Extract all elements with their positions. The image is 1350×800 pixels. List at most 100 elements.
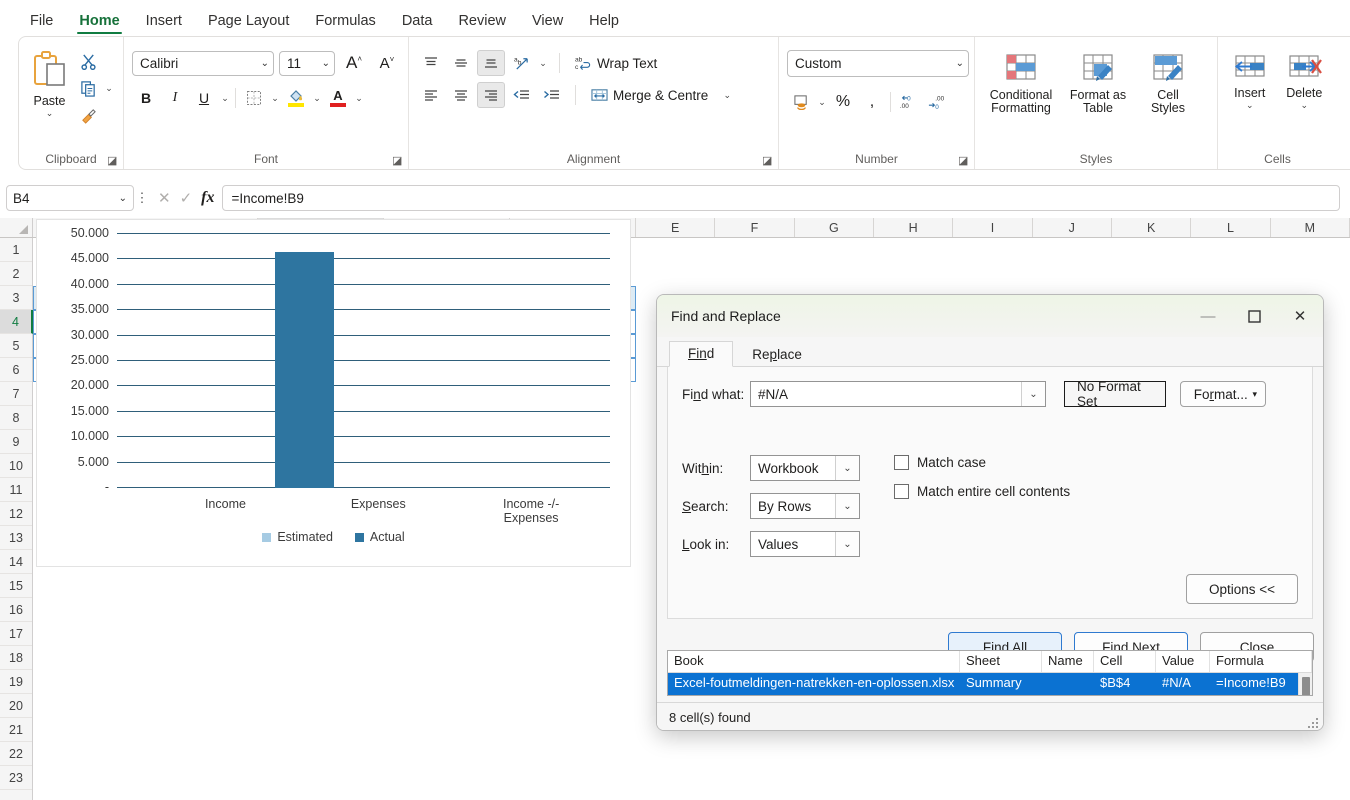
row-header-17[interactable]: 17 [0,622,32,646]
row-header-7[interactable]: 7 [0,382,32,406]
tab-help[interactable]: Help [577,9,631,36]
underline-chevron-icon[interactable]: ⌄ [219,93,231,104]
align-left-button[interactable] [417,82,445,108]
orientation-button[interactable]: a b [507,50,535,76]
borders-button[interactable] [240,85,268,111]
column-header-m[interactable]: M [1271,218,1350,237]
row-header-5[interactable]: 5 [0,334,32,358]
decrease-decimal-button[interactable]: .00 0 [924,89,952,115]
accounting-chevron-icon[interactable]: ⌄ [816,97,828,108]
delete-cells-button[interactable]: Delete ⌄ [1280,48,1329,109]
row-header-23[interactable]: 23 [0,766,32,790]
row-header-2[interactable]: 2 [0,262,32,286]
results-header-book[interactable]: Book [668,651,960,672]
font-size-select[interactable]: 11 ⌄ [279,51,335,76]
row-header-12[interactable]: 12 [0,502,32,526]
no-format-set-button[interactable]: No Format Set [1064,381,1166,407]
format-painter-button[interactable] [74,102,102,128]
resize-grip[interactable] [1306,716,1318,728]
cancel-icon[interactable]: ✕ [158,189,171,207]
percent-style-button[interactable]: % [829,89,857,115]
bar-income-actual[interactable] [275,252,334,488]
column-header-j[interactable]: J [1033,218,1112,237]
look-in-select[interactable]: Values ⌄ [750,531,860,557]
select-all-corner[interactable] [0,218,33,237]
format-as-table-button[interactable]: Format as Table [1063,48,1133,115]
borders-chevron-icon[interactable]: ⌄ [269,93,281,104]
underline-button[interactable]: U [190,85,218,111]
font-family-select[interactable]: Calibri ⌄ [132,51,274,76]
merge-centre-chevron-icon[interactable]: ⌄ [721,90,733,101]
column-header-l[interactable]: L [1191,218,1270,237]
tab-replace[interactable]: Replace [733,342,821,367]
column-header-f[interactable]: F [715,218,794,237]
tab-home[interactable]: Home [67,9,131,36]
conditional-formatting-button[interactable]: Conditional Formatting [983,48,1059,115]
format-button[interactable]: Format... ▾ [1180,381,1266,407]
row-header-3[interactable]: 3 [0,286,32,310]
column-header-h[interactable]: H [874,218,953,237]
chevron-down-icon[interactable]: ⌄ [835,532,859,556]
formula-input[interactable]: =Income!B9 [222,185,1340,211]
italic-button[interactable]: I [161,85,189,111]
tab-data[interactable]: Data [390,9,445,36]
cell-styles-button[interactable]: Cell Styles [1137,48,1199,115]
row-header-13[interactable]: 13 [0,526,32,550]
search-select[interactable]: By Rows ⌄ [750,493,860,519]
column-header-k[interactable]: K [1112,218,1191,237]
paste-chevron-icon[interactable]: ⌄ [46,109,54,117]
chevron-down-icon[interactable]: ⌄ [1021,382,1045,406]
tab-page-layout[interactable]: Page Layout [196,9,301,36]
column-header-e[interactable]: E [636,218,715,237]
row-header-21[interactable]: 21 [0,718,32,742]
row-header-22[interactable]: 22 [0,742,32,766]
fill-color-button[interactable] [282,85,310,111]
results-scrollbar-thumb[interactable] [1302,677,1310,696]
comma-style-button[interactable]: , [858,89,886,115]
minimize-icon[interactable]: — [1185,295,1231,337]
bold-button[interactable]: B [132,85,160,111]
row-header-6[interactable]: 6 [0,358,32,382]
budget-chart[interactable]: - 5.000 10.000 15.000 20.000 25.000 30.0… [36,219,631,567]
results-header-value[interactable]: Value [1156,651,1210,672]
row-header-20[interactable]: 20 [0,694,32,718]
maximize-icon[interactable] [1231,295,1277,337]
results-scrollbar[interactable] [1298,673,1312,695]
find-what-input[interactable]: #N/A ⌄ [750,381,1046,407]
align-right-button[interactable] [477,82,505,108]
decrease-font-size-button[interactable]: A˅ [373,50,401,76]
align-top-button[interactable] [417,50,445,76]
tab-review[interactable]: Review [446,9,518,36]
font-dialog-launcher[interactable]: ◪ [392,155,404,167]
align-middle-button[interactable] [447,50,475,76]
row-header-10[interactable]: 10 [0,454,32,478]
options-button[interactable]: Options << [1186,574,1298,604]
align-center-button[interactable] [447,82,475,108]
alignment-dialog-launcher[interactable]: ◪ [762,155,774,167]
clipboard-dialog-launcher[interactable]: ◪ [107,155,119,167]
results-header-formula[interactable]: Formula [1210,651,1312,672]
row-header-14[interactable]: 14 [0,550,32,574]
insert-function-icon[interactable]: fx [201,189,214,207]
search-results-list[interactable]: Book Sheet Name Cell Value Formula Excel… [667,650,1313,696]
paste-button[interactable]: Paste ⌄ [27,46,72,117]
increase-decimal-button[interactable]: 0 .00 [895,89,923,115]
align-bottom-button[interactable] [477,50,505,76]
decrease-indent-button[interactable] [507,82,535,108]
row-header-18[interactable]: 18 [0,646,32,670]
tab-view[interactable]: View [520,9,575,36]
row-header-16[interactable]: 16 [0,598,32,622]
copy-chevron-icon[interactable]: ⌄ [103,83,115,94]
row-header-9[interactable]: 9 [0,430,32,454]
row-header-11[interactable]: 11 [0,478,32,502]
fill-color-chevron-icon[interactable]: ⌄ [311,93,323,104]
accounting-format-button[interactable] [787,89,815,115]
number-dialog-launcher[interactable]: ◪ [958,155,970,167]
close-icon[interactable]: ✕ [1277,295,1323,337]
row-header-4[interactable]: 4 [0,310,33,334]
column-header-g[interactable]: G [795,218,874,237]
copy-button[interactable] [74,75,102,101]
results-header-name[interactable]: Name [1042,651,1094,672]
dialog-title-bar[interactable]: Find and Replace — ✕ [657,295,1323,337]
cut-button[interactable] [74,48,102,74]
